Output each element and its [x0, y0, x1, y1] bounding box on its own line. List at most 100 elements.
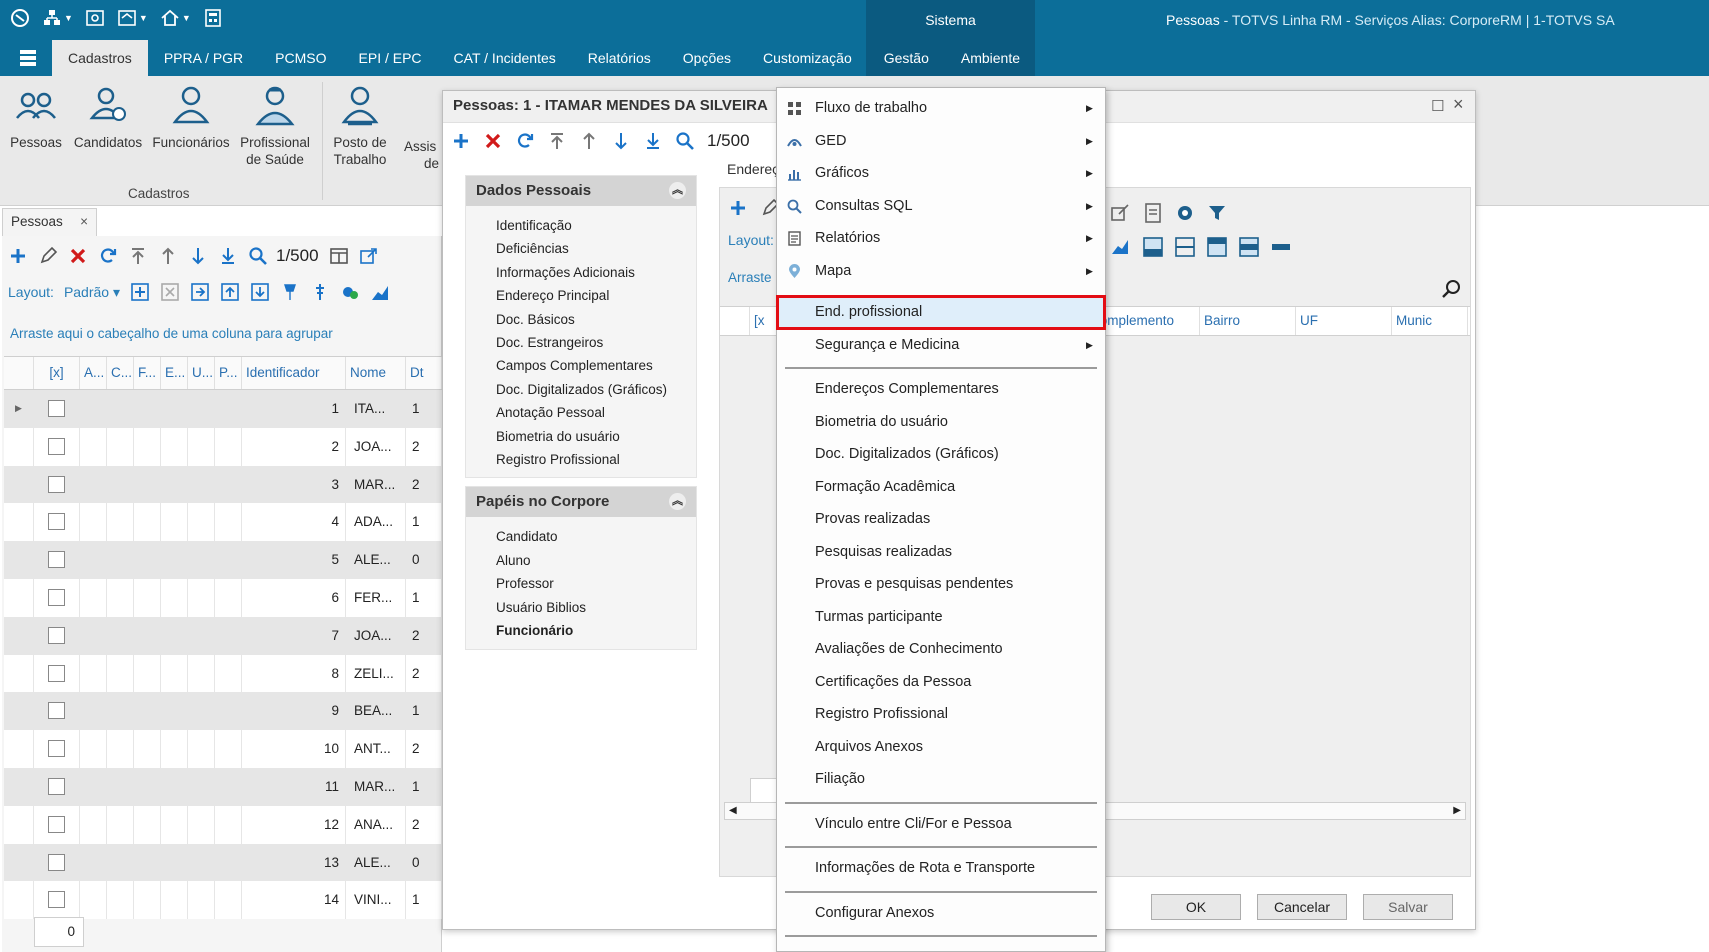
row-checkbox[interactable]: [48, 777, 65, 795]
row-checkbox[interactable]: [48, 891, 65, 909]
expand-icon[interactable]: [130, 282, 150, 302]
edit-icon[interactable]: [38, 246, 58, 266]
next-record-icon[interactable]: [611, 131, 631, 151]
row-checkbox[interactable]: [48, 475, 65, 493]
table-row[interactable]: 13 ALE... 0: [4, 843, 442, 882]
next-record-icon[interactable]: [188, 246, 208, 266]
nav-item[interactable]: Doc. Estrangeiros: [466, 331, 696, 354]
scroll-left-icon[interactable]: ◀: [729, 805, 737, 816]
menu-item[interactable]: Certificações da Pessoa: [777, 666, 1105, 699]
doc-tab-pessoas[interactable]: Pessoas ×: [2, 208, 97, 236]
menu-item-seguranca-medicina[interactable]: Segurança e Medicina ▶: [777, 329, 1105, 362]
column-header-municipio[interactable]: Munic: [1392, 307, 1468, 335]
delete-icon[interactable]: [68, 246, 88, 266]
menu-item[interactable]: Doc. Digitalizados (Gráficos): [777, 438, 1105, 471]
gear-icon[interactable]: [1174, 202, 1196, 224]
window-icon[interactable]: ▼: [117, 8, 148, 28]
row-checkbox[interactable]: [48, 664, 65, 682]
menu-item[interactable]: Provas realizadas: [777, 503, 1105, 536]
menu-item[interactable]: Turmas participante: [777, 601, 1105, 634]
ribbon-funcionarios-button[interactable]: Funcionários: [150, 84, 232, 151]
column-header-e[interactable]: E...: [161, 357, 188, 389]
table-row[interactable]: 12 ANA... 2: [4, 805, 442, 844]
menu-item[interactable]: Provas e pesquisas pendentes: [777, 568, 1105, 601]
tab-gestao[interactable]: Gestão: [868, 40, 945, 76]
calculator-icon[interactable]: [203, 8, 223, 28]
row-checkbox[interactable]: [48, 702, 65, 720]
column-header-u[interactable]: U...: [188, 357, 215, 389]
export-icon[interactable]: [359, 246, 379, 266]
content-tab-endereco[interactable]: Endereç: [727, 161, 779, 177]
ribbon-profissional-saude-button[interactable]: Profissional de Saúde: [238, 84, 312, 168]
table-row[interactable]: 9 BEA... 1: [4, 692, 442, 731]
nav-item[interactable]: Endereço Principal: [466, 284, 696, 307]
maximize-icon[interactable]: ☐: [1431, 97, 1444, 115]
menu-item[interactable]: Registro Profissional: [777, 698, 1105, 731]
column-header-select[interactable]: [x]: [34, 357, 80, 389]
row-checkbox[interactable]: [48, 740, 65, 758]
table-row[interactable]: 4 ADA... 1: [4, 503, 442, 542]
nav-section-header[interactable]: Papéis no Corpore ︽: [466, 487, 696, 518]
row-checkbox[interactable]: [48, 815, 65, 833]
column-header-dt[interactable]: Dt: [406, 357, 442, 389]
last-record-icon[interactable]: [643, 131, 663, 151]
close-icon[interactable]: ×: [80, 209, 88, 235]
nav-item[interactable]: Registro Profissional: [466, 448, 696, 471]
menu-item[interactable]: Endereços Complementares: [777, 373, 1105, 406]
menu-item[interactable]: Consultas SQL ▶: [777, 190, 1105, 223]
menu-item[interactable]: Mapa ▶: [777, 255, 1105, 288]
tab-customizacao[interactable]: Customização: [747, 40, 868, 76]
area-chart-icon[interactable]: [370, 282, 390, 302]
menu-item[interactable]: Formação Acadêmica: [777, 471, 1105, 504]
nav-item[interactable]: Campos Complementares: [466, 354, 696, 377]
view-split-icon[interactable]: [1174, 236, 1196, 258]
view-bottom-panel-icon[interactable]: [1142, 236, 1164, 258]
menu-item-configurar-anexos[interactable]: Configurar Anexos: [777, 897, 1105, 930]
row-checkbox[interactable]: [48, 513, 65, 531]
table-row[interactable]: 3 MAR... 2: [4, 465, 442, 504]
nav-section-header[interactable]: Dados Pessoais ︽: [466, 176, 696, 206]
column-header-p[interactable]: P...: [215, 357, 242, 389]
upload-icon[interactable]: [220, 282, 240, 302]
nav-item[interactable]: Usuário Biblios: [466, 596, 696, 619]
menu-item[interactable]: Relatórios ▶: [777, 222, 1105, 255]
last-record-icon[interactable]: [218, 246, 238, 266]
column-header-f[interactable]: F...: [134, 357, 161, 389]
close-icon[interactable]: ×: [1453, 94, 1464, 115]
screen-icon[interactable]: [85, 8, 105, 28]
table-row[interactable]: 8 ZELI... 2: [4, 654, 442, 693]
row-checkbox[interactable]: [48, 853, 65, 871]
row-checkbox[interactable]: [48, 626, 65, 644]
nav-item[interactable]: Doc. Digitalizados (Gráficos): [466, 378, 696, 401]
scroll-right-icon[interactable]: ▶: [1453, 805, 1461, 816]
row-checkbox[interactable]: [48, 400, 65, 417]
nav-item[interactable]: Biometria do usuário: [466, 425, 696, 448]
ok-button[interactable]: OK: [1151, 894, 1241, 920]
menu-item-vinculo[interactable]: Vínculo entre Cli/For e Pessoa: [777, 808, 1105, 841]
menu-icon[interactable]: [18, 48, 38, 68]
search-icon[interactable]: [675, 131, 695, 151]
nav-item[interactable]: Deficiências: [466, 237, 696, 260]
tab-cat-incidentes[interactable]: CAT / Incidentes: [438, 40, 572, 76]
tab-pcmso[interactable]: PCMSO: [259, 40, 342, 76]
document-icon[interactable]: [1142, 202, 1164, 224]
view-top-panel-icon[interactable]: [1206, 236, 1228, 258]
collapse-up-icon[interactable]: ︽: [669, 493, 686, 511]
column-header-nome[interactable]: Nome: [346, 357, 406, 389]
collapse-up-icon[interactable]: ︽: [669, 182, 686, 199]
menu-item[interactable]: Filiação: [777, 763, 1105, 796]
tab-epi-epc[interactable]: EPI / EPC: [343, 40, 438, 76]
download-icon[interactable]: [250, 282, 270, 302]
columns-icon[interactable]: [329, 246, 349, 266]
filter-pin-icon[interactable]: [310, 282, 330, 302]
add-icon[interactable]: [728, 198, 748, 218]
first-record-icon[interactable]: [547, 131, 567, 151]
nav-item[interactable]: Doc. Básicos: [466, 308, 696, 331]
table-row[interactable]: 7 JOA... 2: [4, 616, 442, 655]
menu-item[interactable]: Avaliações de Conhecimento: [777, 633, 1105, 666]
nav-item[interactable]: Anotação Pessoal: [466, 401, 696, 424]
app-logo-icon[interactable]: [10, 8, 30, 28]
menu-item[interactable]: Pesquisas realizadas: [777, 536, 1105, 569]
table-row[interactable]: 6 FER... 1: [4, 578, 442, 617]
search-icon[interactable]: [1440, 278, 1462, 300]
